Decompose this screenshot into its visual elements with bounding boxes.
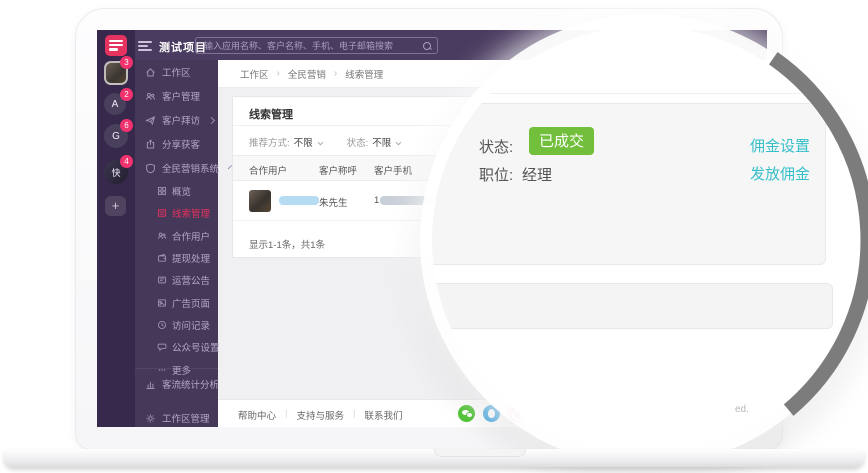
col-customer-phone: 客户手机 bbox=[374, 166, 413, 177]
sidebar-item-workspace-settings[interactable]: 工作区管理 bbox=[135, 403, 218, 427]
notification-badge: 2 bbox=[120, 88, 133, 101]
add-workspace-button[interactable]: + bbox=[105, 196, 126, 216]
sidebar-item-workspace[interactable]: 工作区 bbox=[135, 60, 218, 84]
sidebar-main-list: 工作区 客户管理 客户拜访 分享获客 全民营销系统 bbox=[135, 60, 233, 180]
sidebar-item-visits[interactable]: 客户拜访 bbox=[135, 108, 218, 132]
wallet-icon bbox=[157, 253, 167, 262]
notification-badge: 4 bbox=[120, 155, 133, 168]
footer-support-link[interactable]: 支持与服务 bbox=[296, 408, 344, 422]
sidebar-item-visit-log[interactable]: 访问记录 bbox=[135, 314, 218, 336]
shield-icon bbox=[146, 163, 155, 173]
sidebar-item-announcements[interactable]: 运营公告 bbox=[135, 269, 218, 291]
workspace-avatar-2[interactable]: A 2 bbox=[104, 88, 133, 115]
app-logo[interactable] bbox=[105, 35, 127, 56]
magnified-divider bbox=[432, 93, 860, 94]
screenshot-stage: 测试项目 3 A 2 G 6 快 4 + bbox=[0, 0, 868, 473]
sidebar-item-leads[interactable]: 线索管理 bbox=[135, 202, 218, 224]
workspace-avatar-1[interactable]: 3 bbox=[104, 56, 133, 85]
filter-bar: 推荐方式: 不限 状态: 不限 bbox=[249, 135, 402, 149]
sidebar-item-traffic-analytics[interactable]: 客流统计分析 bbox=[135, 369, 219, 399]
col-customer-title: 客户称呼 bbox=[319, 166, 358, 177]
workspace-avatar-4[interactable]: 快 4 bbox=[104, 155, 133, 184]
breadcrumb-separator: › bbox=[333, 68, 338, 79]
grid-icon bbox=[157, 187, 167, 196]
phone-masked bbox=[380, 195, 435, 205]
position-value: 经理 bbox=[522, 167, 553, 184]
customer-title: 朱先生 bbox=[319, 198, 348, 209]
chevron-right-icon bbox=[207, 116, 216, 124]
chat-icon bbox=[157, 343, 167, 352]
list-icon bbox=[157, 209, 167, 218]
wechat-icon[interactable] bbox=[458, 405, 475, 422]
sidebar-item-customers[interactable]: 客户管理 bbox=[135, 84, 218, 108]
status-label: 状态: bbox=[479, 139, 514, 156]
clock-icon bbox=[157, 320, 167, 329]
breadcrumb-workspace[interactable]: 工作区 bbox=[240, 67, 269, 81]
send-icon bbox=[145, 115, 156, 125]
qq-icon[interactable] bbox=[483, 405, 500, 422]
footer-separator: | bbox=[353, 408, 356, 419]
laptop-notch bbox=[434, 449, 526, 457]
chart-icon bbox=[146, 381, 155, 389]
footer-contact-link[interactable]: 联系我们 bbox=[364, 408, 402, 422]
sidebar-menu: 工作区 客户管理 客户拜访 分享获客 全民营销系统 概览 线索管理 合作用户 提… bbox=[135, 60, 233, 427]
footer-separator: | bbox=[285, 408, 288, 419]
menu-toggle-icon[interactable] bbox=[138, 41, 152, 53]
breadcrumb-marketing[interactable]: 全民营销 bbox=[288, 67, 326, 81]
home-icon bbox=[146, 67, 155, 77]
footer-links: 帮助中心 | 支持与服务 | 联系我们 bbox=[238, 408, 402, 422]
partner-avatar bbox=[249, 190, 271, 212]
magnified-lower-panel bbox=[432, 283, 833, 329]
commission-settings-link[interactable]: 佣金设置 bbox=[750, 135, 810, 156]
share-icon bbox=[146, 138, 155, 149]
gear-icon bbox=[146, 413, 155, 423]
customer-phone: 1 bbox=[374, 195, 435, 206]
laptop-base bbox=[4, 449, 864, 467]
sidebar-item-ad-pages[interactable]: 广告页面 bbox=[135, 291, 218, 313]
chevron-down-icon bbox=[395, 139, 402, 146]
pagination-status: 显示1-1条，共1条 bbox=[249, 240, 326, 251]
sidebar-submenu: 概览 线索管理 合作用户 提现处理 运营公告 广告页面 访问记录 公众号设置 更… bbox=[135, 180, 220, 381]
sidebar-item-partners[interactable]: 合作用户 bbox=[135, 225, 218, 247]
ad-icon bbox=[157, 298, 167, 307]
users-icon bbox=[157, 232, 167, 239]
workspace-rail: 3 A 2 G 6 快 4 + bbox=[97, 30, 135, 427]
sidebar-group-marketing[interactable]: 全民营销系统 bbox=[135, 156, 233, 180]
pay-commission-link[interactable]: 发放佣金 bbox=[750, 163, 810, 184]
sidebar-item-wechat-official[interactable]: 公众号设置 bbox=[135, 336, 220, 358]
notification-badge: 6 bbox=[120, 119, 133, 132]
partner-name-masked[interactable] bbox=[279, 196, 319, 205]
chevron-down-icon bbox=[317, 139, 323, 146]
sidebar-bottom-group: 客流统计分析 工作区管理 bbox=[135, 368, 219, 427]
notification-badge: 3 bbox=[120, 56, 133, 69]
breadcrumb-leads: 线索管理 bbox=[345, 69, 384, 81]
users-icon bbox=[146, 92, 156, 100]
status-badge: 已成交 bbox=[529, 127, 595, 155]
watermark-fragment: ed. bbox=[735, 404, 749, 415]
search-icon[interactable] bbox=[423, 41, 431, 50]
footer-help-link[interactable]: 帮助中心 bbox=[238, 408, 276, 422]
search-input[interactable] bbox=[196, 38, 437, 53]
sidebar-item-withdrawals[interactable]: 提现处理 bbox=[135, 247, 218, 269]
position-label: 职位: bbox=[479, 167, 514, 184]
global-search bbox=[195, 37, 438, 54]
sidebar-item-overview[interactable]: 概览 bbox=[135, 180, 218, 202]
col-partner: 合作用户 bbox=[249, 166, 288, 177]
filter-status[interactable]: 状态: 不限 bbox=[347, 135, 402, 149]
breadcrumb-separator: › bbox=[276, 68, 280, 79]
board-icon bbox=[157, 277, 167, 284]
workspace-avatar-3[interactable]: G 6 bbox=[104, 119, 133, 148]
sidebar-item-share[interactable]: 分享获客 bbox=[135, 132, 218, 156]
filter-referral[interactable]: 推荐方式: 不限 bbox=[249, 135, 323, 149]
magnifier-lens: 状态: 已成交 佣金设置 职位: 经理 发放佣金 bbox=[432, 26, 860, 454]
panel-title: 线索管理 bbox=[249, 109, 293, 121]
